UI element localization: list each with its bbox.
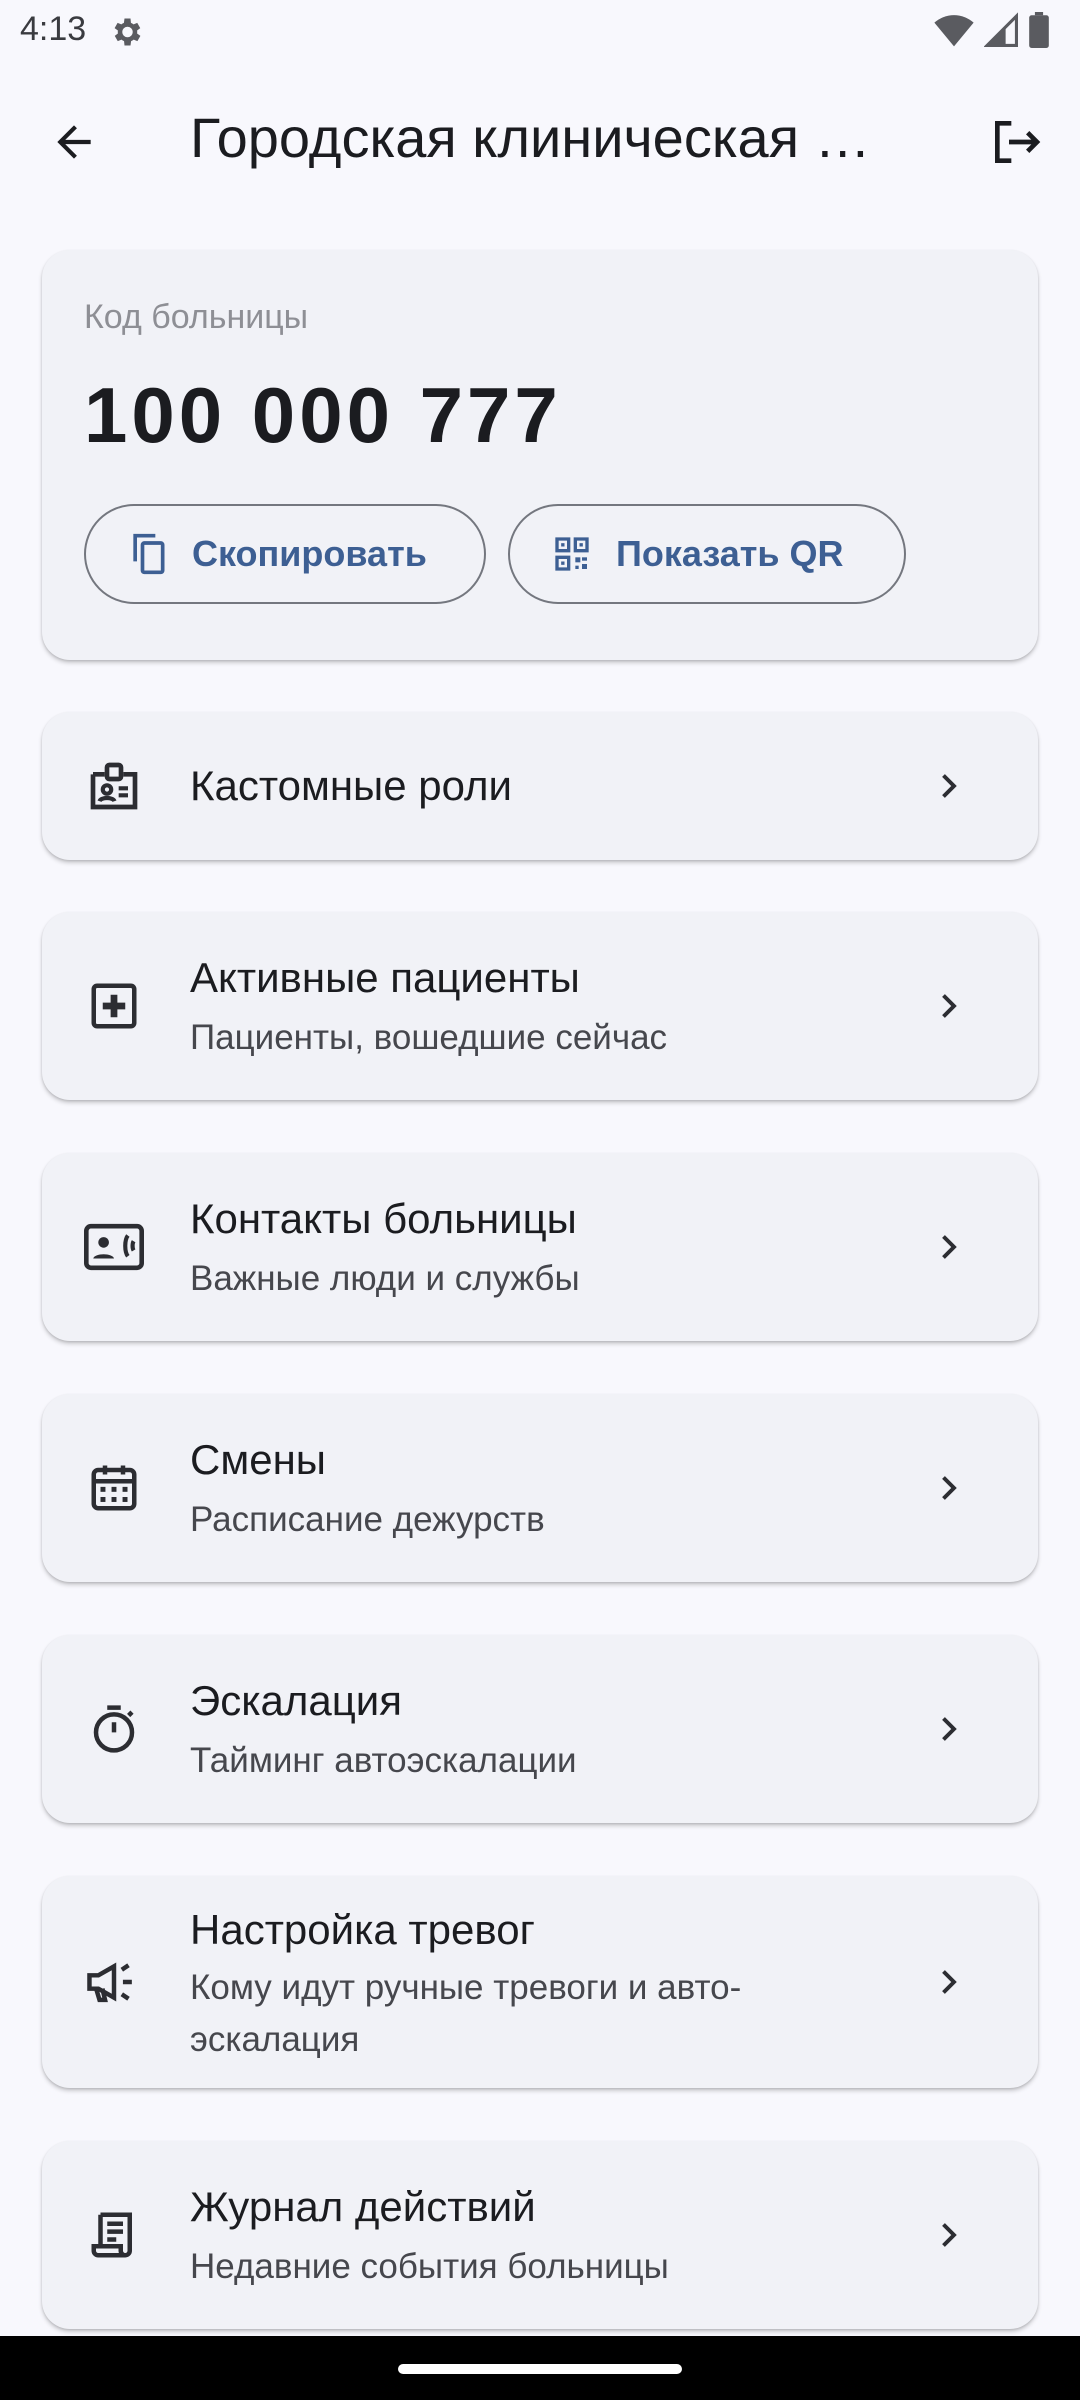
menu-item-action-log[interactable]: Журнал действий Недавние события больниц… [42,2141,1038,2329]
receipt-log-icon [84,2205,144,2265]
medical-plus-icon [84,976,144,1036]
menu-item-title: Смены [190,1436,326,1483]
menu-item-escalation[interactable]: Эскалация Тайминг автоэскалации [42,1635,1038,1823]
menu-item-title: Журнал действий [190,2183,536,2230]
hospital-code-card: Код больницы 100 000 777 Скопировать Пок… [42,250,1038,660]
copy-icon [126,532,170,576]
chevron-right-icon [928,986,968,1026]
chevron-right-icon [928,2215,968,2255]
menu-item-shifts[interactable]: Смены Расписание дежурств [42,1394,1038,1582]
menu-item-alarm-settings[interactable]: Настройка тревог Кому идут ручные тревог… [42,1876,1038,2088]
qr-code-icon [550,532,594,576]
logout-icon [995,121,1041,163]
wifi-icon [934,15,974,47]
menu-item-subtitle: Кому идут ручные тревоги и авто-эскалаци… [190,1968,742,2059]
menu-item-custom-roles[interactable]: Кастомные роли [42,712,1038,860]
chevron-right-icon [928,1227,968,1267]
chevron-right-icon [928,766,968,806]
status-bar: 4:13 [0,0,1080,64]
campaign-icon [84,1952,144,2012]
system-navigation-bar [0,2336,1080,2400]
app-bar: Городская клиническая больница [0,80,1080,190]
menu-item-active-patients[interactable]: Активные пациенты Пациенты, вошедшие сей… [42,912,1038,1100]
show-qr-button[interactable]: Показать QR [508,504,906,604]
battery-icon [1029,12,1049,48]
menu-item-subtitle: Важные люди и службы [190,1259,580,1298]
status-time: 4:13 [20,10,87,48]
page-title: Городская клиническая больница [190,106,900,169]
menu-item-title: Кастомные роли [190,762,512,809]
contact-phone-icon [84,1217,144,1277]
menu-item-title: Контакты больницы [190,1195,577,1242]
hospital-code-value: 100 000 777 [84,371,562,459]
chevron-right-icon [928,1962,968,2002]
hospital-code-label: Код больницы [84,298,309,336]
arrow-back-icon [57,125,91,159]
menu-item-subtitle: Тайминг автоэскалации [190,1741,577,1780]
status-icons [934,12,1050,48]
menu-item-title: Настройка тревог [190,1906,535,1953]
calendar-icon [84,1458,144,1518]
menu-item-subtitle: Расписание дежурств [190,1500,545,1539]
menu-item-subtitle: Недавние события больницы [190,2247,669,2286]
menu-item-subtitle: Пациенты, вошедшие сейчас [190,1018,668,1057]
back-button[interactable] [40,108,108,176]
show-qr-label: Показать QR [616,533,844,574]
timer-icon [84,1699,144,1759]
chevron-right-icon [928,1468,968,1508]
home-gesture-handle[interactable] [398,2364,682,2374]
menu-item-title: Эскалация [190,1677,402,1724]
copy-code-button[interactable]: Скопировать [84,504,486,604]
badge-icon [84,756,144,816]
copy-code-label: Скопировать [192,533,427,574]
chevron-right-icon [928,1709,968,1749]
settings-gear-icon [114,18,141,46]
menu-item-title: Активные пациенты [190,954,580,1001]
menu-item-hospital-contacts[interactable]: Контакты больницы Важные люди и службы [42,1153,1038,1341]
cellular-signal-icon [984,12,1018,47]
logout-button[interactable] [982,108,1050,176]
